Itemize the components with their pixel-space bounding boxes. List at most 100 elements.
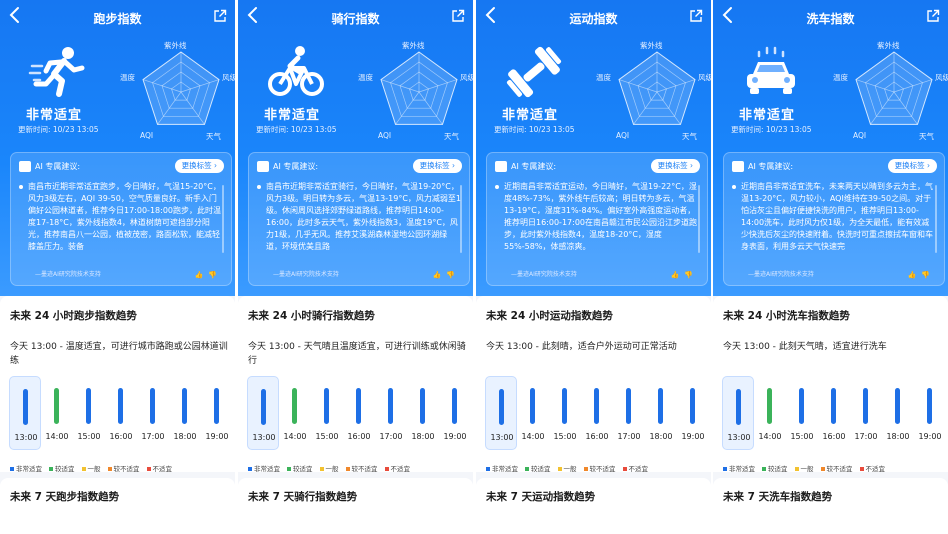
hour-slot[interactable]: 16:00 (105, 376, 137, 450)
change-tag-label: 更换标签 (181, 161, 212, 170)
hour-label: 18:00 (886, 432, 910, 441)
hour-bar (530, 388, 535, 424)
ai-suggestion-text-box[interactable]: 南昌市近期非常适宜骑行，今日晴好，气温19-20°C，风力3级。明日转为多云，气… (257, 181, 462, 265)
hourly-trend-section: 未来 24 小时运动指数趋势 今天 13:00 - 此刻晴，适合户外运动可正常活动… (476, 296, 711, 473)
hour-slot[interactable]: 19:00 (677, 376, 709, 450)
ai-badge-icon (495, 161, 507, 172)
thumbs-down-icon[interactable]: 👎 (921, 271, 935, 279)
radar-wrapper: 紫外线 风级 天气 AQI 温度 (358, 40, 473, 144)
feedback-icons: 👍👎 (908, 271, 935, 279)
hour-label: 13:00 (14, 433, 38, 442)
hour-slot[interactable]: 15:00 (549, 376, 581, 450)
hour-slot[interactable]: 13:00 (485, 376, 517, 450)
hour-slot[interactable]: 19:00 (914, 376, 946, 450)
legend-item: 较适宜 (287, 463, 313, 473)
ai-badge-icon (19, 161, 31, 172)
legend-item: 较不适宜 (583, 463, 616, 473)
thumbs-down-icon[interactable]: 👎 (446, 271, 460, 279)
hour-label: 15:00 (790, 432, 814, 441)
change-tag-button[interactable]: 更换标签 › (650, 159, 700, 173)
change-tag-button[interactable]: 更换标签 › (887, 159, 937, 173)
status-text: 非常适宜 (739, 108, 796, 123)
hour-slot[interactable]: 16:00 (581, 376, 613, 450)
thumbs-up-icon[interactable]: 👍 (671, 271, 685, 279)
hour-label: 19:00 (443, 432, 467, 441)
ai-card-title: AI 专属建议: (273, 162, 319, 171)
hour-slot[interactable]: 16:00 (343, 376, 375, 450)
legend-label: 较适宜 (768, 465, 788, 473)
legend-label: 不适宜 (865, 465, 886, 473)
change-tag-button[interactable]: 更换标签 › (412, 159, 462, 173)
weekly-trend-section: 未来 7 天运动指数趋势 (476, 478, 711, 534)
index-panel: 骑行指数 非常适宜 更新时间: 10/23 13:05 紫外线 风级 天气 AQI 温度 AI … (238, 0, 473, 534)
thumbs-down-icon[interactable]: 👎 (208, 271, 222, 279)
hour-slot[interactable]: 2 (471, 376, 473, 450)
hour-slot[interactable]: 14:00 (279, 376, 311, 450)
hour-label: 16:00 (822, 432, 846, 441)
hour-label: 2 (233, 432, 235, 441)
hour-slot[interactable]: 14:00 (754, 376, 786, 450)
hour-bar (895, 388, 900, 424)
hour-slot[interactable]: 2 (233, 376, 235, 450)
hour-label: 19:00 (205, 432, 229, 441)
hour-bar (261, 389, 266, 425)
ai-text-scrollbar[interactable] (222, 185, 224, 253)
bullet-dot (495, 185, 499, 189)
hour-label: 19:00 (918, 432, 942, 441)
hour-label: 15:00 (77, 432, 101, 441)
radar-label: 风级 (222, 73, 235, 82)
ai-suggestion-text-box[interactable]: 近期南昌非常适宜洗车，未来两天以晴到多云为主，气温13-20°C，风力较小，AQ… (732, 181, 937, 265)
hour-bar (356, 388, 361, 424)
hourly-trend-section: 未来 24 小时骑行指数趋势 今天 13:00 - 天气晴且温度适宜，可进行训练或… (238, 296, 473, 473)
ai-text-scrollbar[interactable] (698, 185, 700, 253)
app-root: 跑步指数 非常适宜 更新时间: 10/23 13:05 紫外线 风级 天气 AQI 温度 AI … (0, 0, 948, 534)
ai-card-title: AI 专属建议: (35, 162, 81, 171)
thumbs-down-icon[interactable]: 👎 (684, 271, 698, 279)
hour-slot[interactable]: 16:00 (818, 376, 850, 450)
legend-item: 较适宜 (525, 463, 551, 473)
feedback-icons: 👍👎 (195, 271, 222, 279)
ai-suggestion-text-box[interactable]: 近期南昌非常适宜运动，今日晴好，气温19-22°C，湿度48%-73%，紫外线午… (495, 181, 700, 265)
weekly-trend-title: 未来 7 天洗车指数趋势 (723, 491, 833, 503)
thumbs-up-icon[interactable]: 👍 (433, 271, 447, 279)
hour-slot[interactable]: 13:00 (247, 376, 279, 450)
hour-slot[interactable]: 2 (709, 376, 711, 450)
hour-slot[interactable]: 15:00 (311, 376, 343, 450)
hero-section: 跑步指数 非常适宜 更新时间: 10/23 13:05 紫外线 风级 天气 AQI 温度 AI … (0, 0, 235, 296)
hour-label: 16:00 (109, 432, 133, 441)
hour-slot[interactable]: 15:00 (73, 376, 105, 450)
thumbs-up-icon[interactable]: 👍 (908, 271, 922, 279)
hour-slot[interactable]: 18:00 (645, 376, 677, 450)
hour-slot[interactable]: 14:00 (41, 376, 73, 450)
change-tag-button[interactable]: 更换标签 › (174, 159, 224, 173)
hour-slot[interactable]: 18:00 (169, 376, 201, 450)
radar-chart (618, 51, 696, 125)
legend-item: 非常适宜 (486, 463, 518, 473)
hour-bar (118, 388, 123, 424)
radar-label: 风级 (460, 73, 473, 82)
hour-slot[interactable]: 19:00 (439, 376, 471, 450)
ai-text-scrollbar[interactable] (460, 185, 462, 253)
ai-text-scrollbar[interactable] (935, 185, 937, 253)
thumbs-up-icon[interactable]: 👍 (195, 271, 209, 279)
hour-slot[interactable]: 17:00 (375, 376, 407, 450)
hour-slot[interactable]: 13:00 (722, 376, 754, 450)
hour-slot[interactable]: 19:00 (201, 376, 233, 450)
ai-suggestion-text-box[interactable]: 南昌市近期非常适宜跑步，今日晴好，气温15-20°C，风力3级左右，AQI 39… (19, 181, 224, 265)
hour-slot[interactable]: 17:00 (137, 376, 169, 450)
chevron-right-icon: › (211, 161, 217, 170)
radar-label: 紫外线 (164, 41, 187, 50)
hour-slot[interactable]: 15:00 (786, 376, 818, 450)
hour-slot[interactable]: 18:00 (882, 376, 914, 450)
hour-slot[interactable]: 13:00 (9, 376, 41, 450)
hourly-bar-chart: 13:00 14:00 15:00 16:00 17:00 18:00 19:00 2 (0, 376, 235, 450)
hour-label: 18:00 (173, 432, 197, 441)
hour-label: 13:00 (252, 433, 276, 442)
hour-slot[interactable]: 17:00 (850, 376, 882, 450)
hero-section: 洗车指数 非常适宜 更新时间: 10/23 13:05 紫外线 风级 天气 AQI 温度 AI … (713, 0, 948, 296)
radar-label: 温度 (120, 73, 135, 82)
hour-slot[interactable]: 18:00 (407, 376, 439, 450)
hour-slot[interactable]: 14:00 (517, 376, 549, 450)
radar-label: 温度 (358, 73, 373, 82)
hour-slot[interactable]: 17:00 (613, 376, 645, 450)
